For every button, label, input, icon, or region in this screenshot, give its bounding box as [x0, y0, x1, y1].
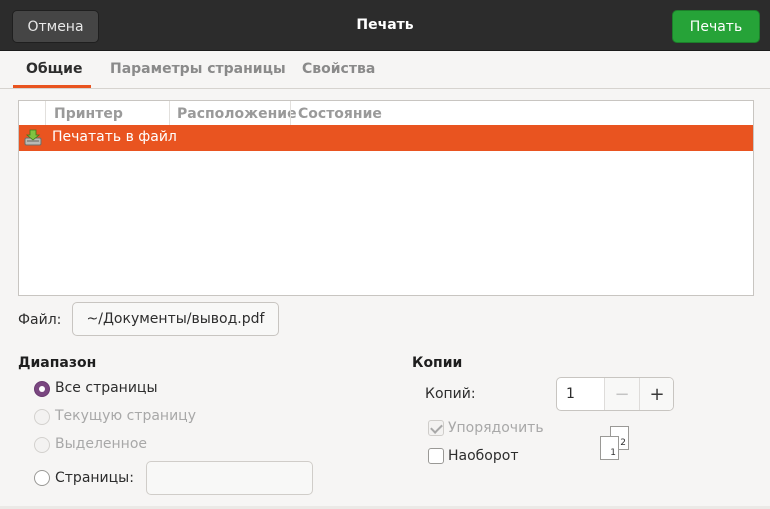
- tab-page-setup[interactable]: Параметры страницы: [110, 61, 286, 77]
- column-separator: [290, 101, 291, 125]
- print-button[interactable]: Печать: [672, 10, 760, 43]
- pages-input[interactable]: [146, 461, 313, 495]
- reverse-checkbox[interactable]: [428, 448, 444, 464]
- copies-count-label: Копий:: [425, 386, 476, 402]
- column-separator: [45, 101, 46, 125]
- column-header-status[interactable]: Состояние: [298, 106, 382, 122]
- radio-all-pages[interactable]: [34, 381, 50, 397]
- collate-preview-icon: 2 1: [598, 426, 632, 462]
- print-to-file-icon: [24, 129, 42, 146]
- tab-general[interactable]: Общие: [26, 61, 82, 77]
- radio-current-page[interactable]: [34, 409, 50, 425]
- column-header-location[interactable]: Расположение: [177, 106, 297, 122]
- decrement-button[interactable]: −: [604, 378, 639, 410]
- printer-name: Печатать в файл: [52, 129, 177, 145]
- reverse-label: Наоборот: [448, 448, 519, 464]
- selection-label: Выделенное: [55, 436, 147, 452]
- current-page-label: Текущую страницу: [55, 408, 196, 424]
- column-separator: [169, 101, 170, 125]
- copies-section-title: Копии: [412, 355, 463, 371]
- radio-pages[interactable]: [34, 470, 50, 486]
- collate-label: Упорядочить: [448, 420, 544, 436]
- printer-list[interactable]: Принтер Расположение Состояние Печатать …: [18, 100, 754, 296]
- cancel-button[interactable]: Отмена: [12, 10, 99, 43]
- active-tab-indicator: [13, 85, 91, 88]
- collate-page-front: 1: [600, 436, 619, 460]
- range-section-title: Диапазон: [18, 355, 97, 371]
- tab-bar: Общие Параметры страницы Свойства: [0, 51, 770, 89]
- dialog-title: Печать: [356, 17, 414, 33]
- collate-checkbox[interactable]: [428, 420, 444, 436]
- tab-properties[interactable]: Свойства: [302, 61, 375, 77]
- dialog-header: Отмена Печать Печать: [0, 0, 770, 51]
- printer-row-print-to-file[interactable]: Печатать в файл: [19, 125, 753, 151]
- radio-selection[interactable]: [34, 437, 50, 453]
- file-chooser-button[interactable]: ~/Документы/вывод.pdf: [72, 302, 279, 336]
- copies-spinbutton[interactable]: 1 − +: [556, 377, 674, 411]
- file-label: Файл:: [18, 312, 62, 328]
- all-pages-label: Все страницы: [55, 380, 158, 396]
- column-header-printer[interactable]: Принтер: [54, 106, 123, 122]
- copies-value[interactable]: 1: [566, 386, 575, 402]
- pages-label: Страницы:: [55, 470, 134, 486]
- increment-button[interactable]: +: [639, 378, 673, 410]
